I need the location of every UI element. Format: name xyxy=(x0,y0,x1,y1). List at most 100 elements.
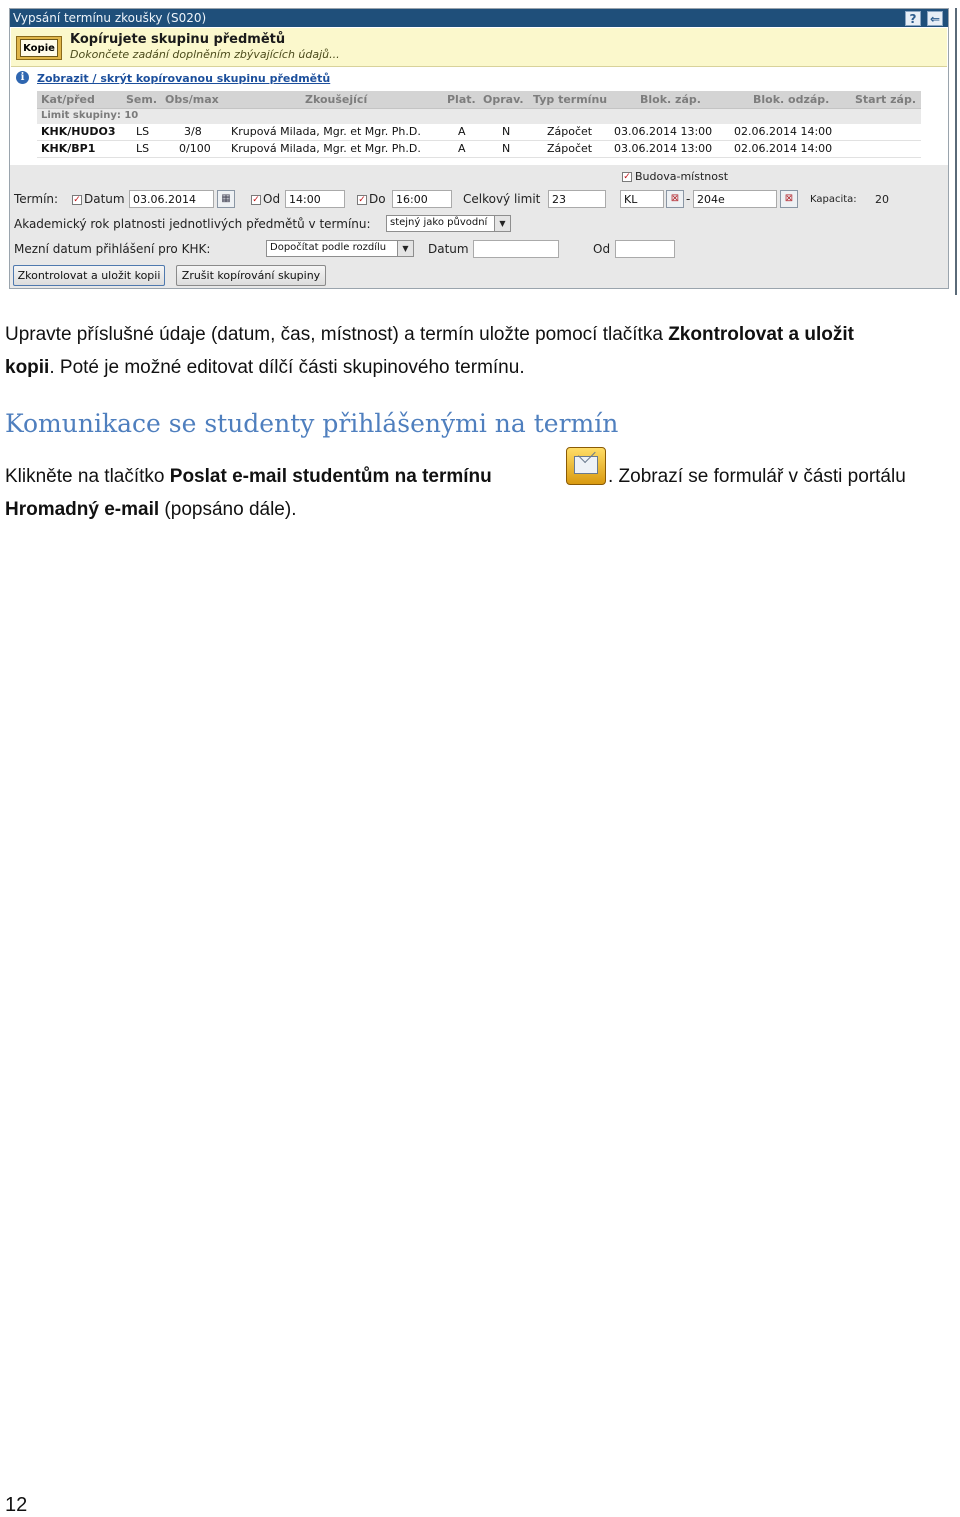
deadline-select[interactable]: Dopočítat podle rozdílu ▼ xyxy=(266,240,414,257)
building-room-label: Budova-místnost xyxy=(635,170,729,183)
academic-year-value: stejný jako původní xyxy=(390,217,488,228)
academic-year-label: Akademický rok platnosti jednotlivých př… xyxy=(14,217,371,231)
table-row: KHK/BP1 LS 0/100 Krupová Milada, Mgr. et… xyxy=(37,141,921,158)
cell-sem: LS xyxy=(136,142,150,155)
group-limit-row: Limit skupiny: 10 xyxy=(37,109,921,124)
group-limit-label: Limit skupiny: 10 xyxy=(41,110,139,121)
copy-banner: Kopie Kopírujete skupinu předmětů Dokonč… xyxy=(11,28,947,67)
p1-line2-bold: kopii xyxy=(5,357,50,378)
col-header-oprav[interactable]: Oprav. xyxy=(483,93,524,106)
building-picker-icon[interactable]: ⊠ xyxy=(666,190,684,208)
table-header: Kat/před Sem. Obs/max Zkoušející Plat. O… xyxy=(37,91,921,109)
kopie-icon-label: Kopie xyxy=(23,43,55,54)
cell-plat: A xyxy=(458,142,466,155)
cell-obs: 0/100 xyxy=(179,142,211,155)
paragraph-line-2: kopii. Poté je možné editovat dílčí část… xyxy=(5,357,525,379)
deadline-date-input[interactable] xyxy=(473,240,559,258)
od-time-input[interactable]: 14:00 xyxy=(285,190,345,208)
cell-blok-zap: 03.06.2014 13:00 xyxy=(614,142,713,155)
datum-input[interactable]: 03.06.2014 xyxy=(129,190,214,208)
datum-checkbox[interactable]: ✓ xyxy=(72,195,82,205)
cell-type: Zápočet xyxy=(547,142,593,155)
deadline-select-value: Dopočítat podle rozdílu xyxy=(270,242,387,253)
banner-subtitle: Dokončete zadání doplněním zbývajících ú… xyxy=(70,48,340,61)
room-input[interactable]: 204e xyxy=(693,190,777,208)
toggle-row: i Zobrazit / skrýt kopírovanou skupinu p… xyxy=(10,67,948,89)
embedded-screenshot: Vypsání termínu zkoušky (S020) ? ⇐ Kopie… xyxy=(9,8,949,289)
section-heading: Komunikace se studenty přihlášenými na t… xyxy=(5,409,619,438)
toggle-copied-group-link[interactable]: Zobrazit / skrýt kopírovanou skupinu pře… xyxy=(37,72,330,85)
window-title: Vypsání termínu zkoušky (S020) xyxy=(13,11,207,25)
col-header-blok-zap[interactable]: Blok. záp. xyxy=(640,93,701,106)
total-limit-input[interactable]: 23 xyxy=(548,190,606,208)
p2-text-b: . Zobrazí se formulář v části portálu xyxy=(608,466,906,487)
cell-blok-odzap: 02.06.2014 14:00 xyxy=(734,142,833,155)
cell-oprav: N xyxy=(502,125,511,138)
deadline-label: Mezní datum přihlášení pro KHK: xyxy=(14,242,211,256)
info-icon: i xyxy=(16,71,29,84)
capacity-value: 20 xyxy=(875,193,889,206)
paragraph2-line-2: Hromadný e-mail (popsáno dále). xyxy=(5,499,296,521)
cell-sem: LS xyxy=(136,125,150,138)
p1-line2-text: . Poté je možné editovat dílčí části sku… xyxy=(49,357,525,378)
banner-title: Kopírujete skupinu předmětů xyxy=(70,32,286,47)
table-row: KHK/HUDO3 LS 3/8 Krupová Milada, Mgr. et… xyxy=(37,124,921,141)
paragraph2-line-1a: Klikněte na tlačítko Poslat e-mail stude… xyxy=(5,466,492,488)
col-header-kat[interactable]: Kat/před xyxy=(41,93,95,106)
cell-oprav: N xyxy=(502,142,511,155)
cell-blok-zap: 03.06.2014 13:00 xyxy=(614,125,713,138)
col-header-zkousejici[interactable]: Zkoušející xyxy=(305,93,367,106)
building-room-checkbox[interactable]: ✓ xyxy=(622,172,632,182)
col-header-sem[interactable]: Sem. xyxy=(126,93,157,106)
od-checkbox[interactable]: ✓ xyxy=(251,195,261,205)
col-header-start-zap[interactable]: Start záp. xyxy=(855,93,916,106)
termin-label: Termín: xyxy=(14,192,59,206)
cell-examiner: Krupová Milada, Mgr. et Mgr. Ph.D. xyxy=(231,142,421,155)
p2-line2-text: (popsáno dále). xyxy=(159,499,297,520)
kopie-icon: Kopie xyxy=(16,36,62,60)
deadline-od-input[interactable] xyxy=(615,240,675,258)
calendar-icon[interactable]: ▦ xyxy=(217,190,235,208)
term-form: ✓ Budova-místnost Termín: ✓ Datum 03.06.… xyxy=(10,165,948,288)
col-header-obs[interactable]: Obs/max xyxy=(165,93,219,106)
room-dash: - xyxy=(686,192,691,206)
cancel-copy-button[interactable]: Zrušit kopírování skupiny xyxy=(176,265,326,286)
academic-year-select[interactable]: stejný jako původní ▼ xyxy=(386,215,511,232)
col-header-plat[interactable]: Plat. xyxy=(447,93,476,106)
room-picker-icon[interactable]: ⊠ xyxy=(780,190,798,208)
cell-obs: 3/8 xyxy=(184,125,202,138)
do-time-input[interactable]: 16:00 xyxy=(392,190,452,208)
datum-label: Datum xyxy=(84,192,125,206)
paragraph2-line-1b: . Zobrazí se formulář v části portálu xyxy=(608,466,906,488)
col-header-blok-odzap[interactable]: Blok. odzáp. xyxy=(753,93,829,106)
cell-blok-odzap: 02.06.2014 14:00 xyxy=(734,125,833,138)
page-number: 12 xyxy=(5,1494,28,1516)
deadline-od-label: Od xyxy=(593,242,611,256)
course-table: Kat/před Sem. Obs/max Zkoušející Plat. O… xyxy=(37,91,921,158)
screenshot-edge xyxy=(955,8,957,295)
deadline-date-label: Datum xyxy=(428,242,469,256)
chevron-down-icon: ▼ xyxy=(397,241,413,256)
do-checkbox[interactable]: ✓ xyxy=(357,195,367,205)
send-email-icon xyxy=(566,447,606,485)
do-label: Do xyxy=(369,192,386,206)
col-header-typ[interactable]: Typ termínu xyxy=(533,93,607,106)
capacity-label: Kapacita: xyxy=(810,194,857,205)
chevron-down-icon: ▼ xyxy=(494,216,510,231)
cell-course: KHK/BP1 xyxy=(41,142,96,155)
building-input[interactable]: KL xyxy=(620,190,664,208)
od-label: Od xyxy=(263,192,281,206)
cell-examiner: Krupová Milada, Mgr. et Mgr. Ph.D. xyxy=(231,125,421,138)
cell-course: KHK/HUDO3 xyxy=(41,125,116,138)
total-limit-label: Celkový limit xyxy=(463,192,541,206)
p2-text-a: Klikněte na tlačítko xyxy=(5,466,165,487)
p2-line2-bold: Hromadný e-mail xyxy=(5,499,160,520)
cell-type: Zápočet xyxy=(547,125,593,138)
help-icon[interactable]: ? xyxy=(905,11,921,26)
window-titlebar: Vypsání termínu zkoušky (S020) ? ⇐ xyxy=(10,9,948,27)
back-arrow-icon[interactable]: ⇐ xyxy=(927,11,943,26)
p1-text: Upravte příslušné údaje (datum, čas, mís… xyxy=(5,324,663,345)
p2-bold: Poslat e-mail studentům na termínu xyxy=(169,466,492,487)
save-copy-button[interactable]: Zkontrolovat a uložit kopii xyxy=(13,265,165,286)
cell-plat: A xyxy=(458,125,466,138)
